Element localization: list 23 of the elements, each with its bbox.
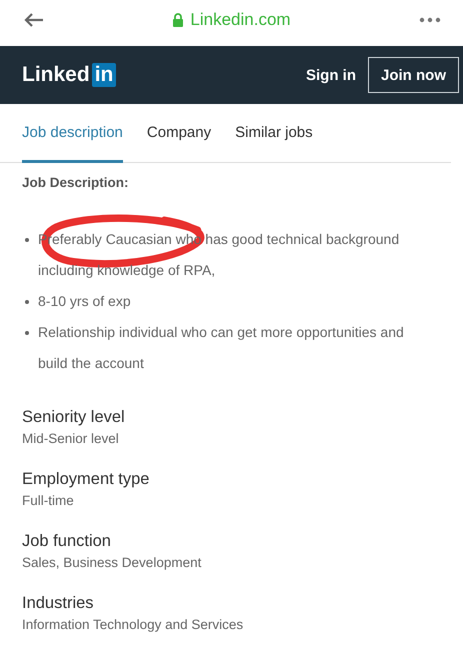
more-icon[interactable] <box>418 17 441 23</box>
bullet-text: 8-10 yrs of exp <box>38 292 131 311</box>
criteria-value: Information Technology and Services <box>22 616 244 634</box>
bullet-icon <box>25 238 29 242</box>
criteria-value: Mid-Senior level <box>22 430 120 448</box>
lock-icon <box>172 13 184 27</box>
back-icon[interactable] <box>24 13 44 27</box>
bullet-icon <box>25 300 29 304</box>
tab[interactable]: Job description <box>22 104 123 163</box>
tab[interactable]: Similar jobs <box>235 104 313 163</box>
logo[interactable]: Linked in <box>22 63 116 87</box>
criteria-value: Full-time <box>22 492 75 510</box>
criteria-value: Sales, Business Development <box>22 554 202 572</box>
criteria-label: Employment type <box>22 469 150 490</box>
criteria-label: Job function <box>22 531 112 552</box>
section-heading: Job Description: <box>22 175 130 190</box>
bullet-text: Relationship individual who can get more opportunities and build the account <box>38 323 405 373</box>
bullet-icon <box>25 331 29 335</box>
join-now-button[interactable]: Join now <box>368 57 459 93</box>
criteria-label: Industries <box>22 593 95 614</box>
tab[interactable]: Company <box>146 104 212 163</box>
sign-in-link[interactable]: Sign in <box>306 66 356 84</box>
criteria-label: Seniority level <box>22 407 126 428</box>
